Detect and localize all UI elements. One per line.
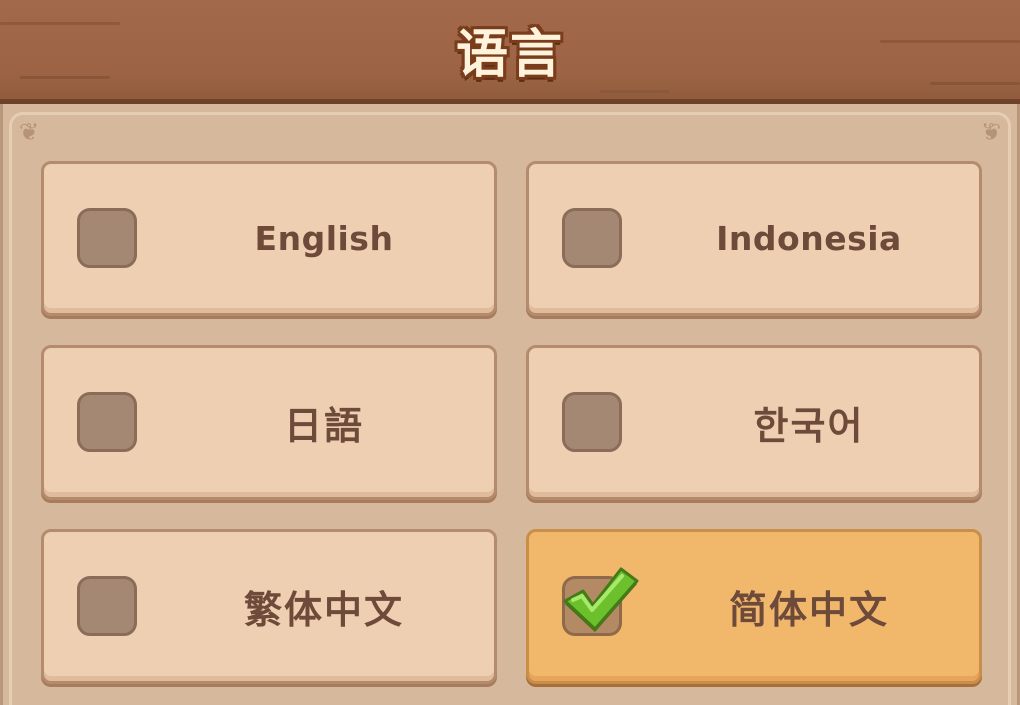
language-panel: ❦ ❦ English Indonesia 日語 한국어 繁体中文 简体中文 — [0, 104, 1020, 705]
language-option-simplified-chinese[interactable]: 简体中文 — [526, 529, 982, 684]
language-option-traditional-chinese[interactable]: 繁体中文 — [41, 529, 497, 684]
wood-grain — [600, 90, 670, 93]
corner-ornament-icon: ❦ — [18, 118, 40, 146]
language-label: English — [254, 219, 394, 258]
checkbox[interactable] — [77, 576, 137, 636]
checkbox-checked[interactable] — [562, 567, 639, 636]
language-option-indonesia[interactable]: Indonesia — [526, 161, 982, 316]
corner-ornament-icon: ❦ — [980, 118, 1002, 146]
language-label: 日語 — [283, 404, 364, 448]
language-option-korean[interactable]: 한국어 — [526, 345, 982, 500]
language-label: Indonesia — [716, 219, 902, 258]
language-option-japanese[interactable]: 日語 — [41, 345, 497, 500]
page-title: 语言 — [455, 25, 564, 85]
checkbox[interactable] — [77, 208, 137, 268]
green-checkmark-icon — [563, 567, 639, 632]
language-label: 한국어 — [753, 404, 865, 448]
language-option-english[interactable]: English — [41, 161, 497, 316]
header-wood-banner: 语言 — [0, 0, 1020, 104]
checkbox[interactable] — [562, 208, 622, 268]
language-label: 繁体中文 — [243, 588, 404, 632]
checkbox[interactable] — [562, 392, 622, 452]
language-label: 简体中文 — [728, 588, 889, 632]
checkbox[interactable] — [77, 392, 137, 452]
